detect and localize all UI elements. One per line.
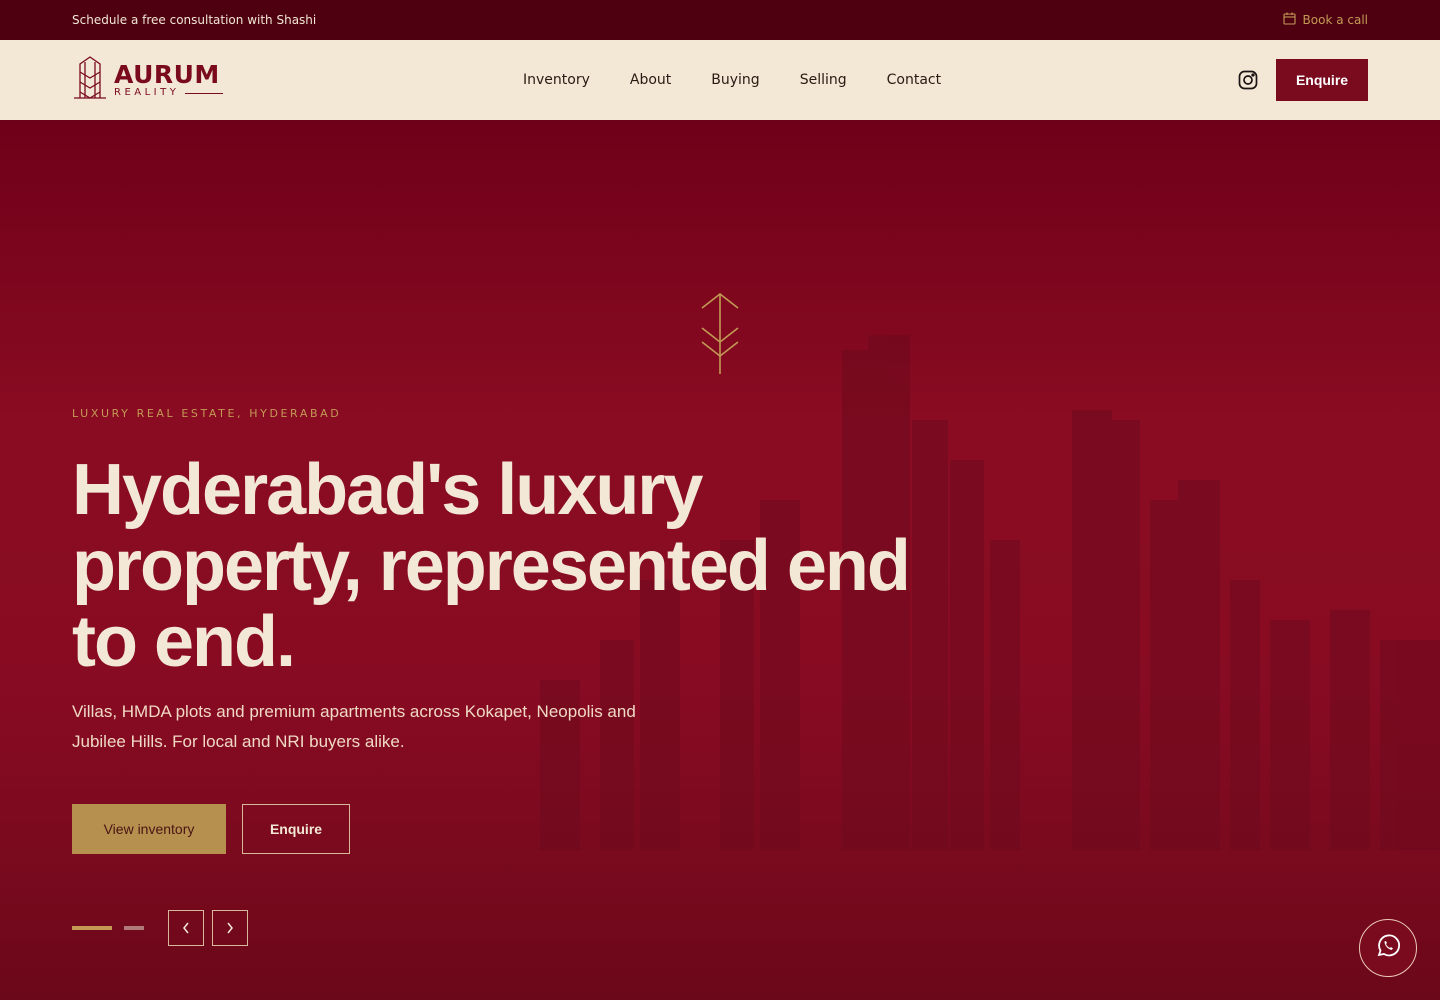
hero-headline: Hyderabad's luxury property, represented… [72, 450, 911, 682]
nav-about[interactable]: About [630, 72, 671, 88]
slide-indicator-active[interactable] [72, 926, 112, 930]
main-nav: Inventory About Buying Selling Contact [523, 40, 941, 120]
book-call-link[interactable]: Book a call [1282, 12, 1368, 28]
prev-slide-button[interactable] [168, 910, 204, 946]
hero-section: LUXURY REAL ESTATE, HYDERABAD Hyderabad'… [0, 120, 1440, 1000]
nav-inventory[interactable]: Inventory [523, 72, 590, 88]
nav-selling[interactable]: Selling [800, 72, 847, 88]
next-slide-button[interactable] [212, 910, 248, 946]
logo-tagline-text: REALITY [114, 87, 180, 98]
header-enquire-button[interactable]: Enquire [1276, 59, 1368, 101]
slide-indicator[interactable] [124, 926, 144, 930]
announcement-bar: Schedule a free consultation with Shashi… [0, 0, 1440, 40]
building-logo-icon [72, 56, 108, 104]
announcement-text: Schedule a free consultation with Shashi [72, 13, 317, 27]
calendar-icon [1282, 12, 1296, 28]
chevron-right-icon [226, 919, 234, 938]
instagram-icon[interactable] [1236, 68, 1260, 92]
whatsapp-icon [1375, 933, 1401, 963]
nav-contact[interactable]: Contact [887, 72, 941, 88]
header-actions: Enquire [1236, 59, 1368, 101]
hero-subcopy: Villas, HMDA plots and premium apartment… [72, 702, 636, 751]
brand-logo[interactable]: AURUM REALITY [72, 55, 372, 105]
whatsapp-button[interactable] [1359, 919, 1417, 977]
hero-kicker: LUXURY REAL ESTATE, HYDERABAD [72, 407, 342, 420]
logo-tagline: REALITY [114, 87, 224, 98]
nav-buying[interactable]: Buying [711, 72, 759, 88]
logo-rule [185, 92, 224, 94]
tree-emblem-icon [701, 292, 739, 374]
book-call-label: Book a call [1302, 13, 1368, 27]
view-inventory-button[interactable]: View inventory [72, 804, 226, 854]
site-header: AURUM REALITY Inventory About Buying Sel… [0, 40, 1440, 120]
logo-wordmark: AURUM [114, 60, 220, 89]
hero-enquire-button[interactable]: Enquire [242, 804, 350, 854]
chevron-left-icon [182, 919, 190, 938]
